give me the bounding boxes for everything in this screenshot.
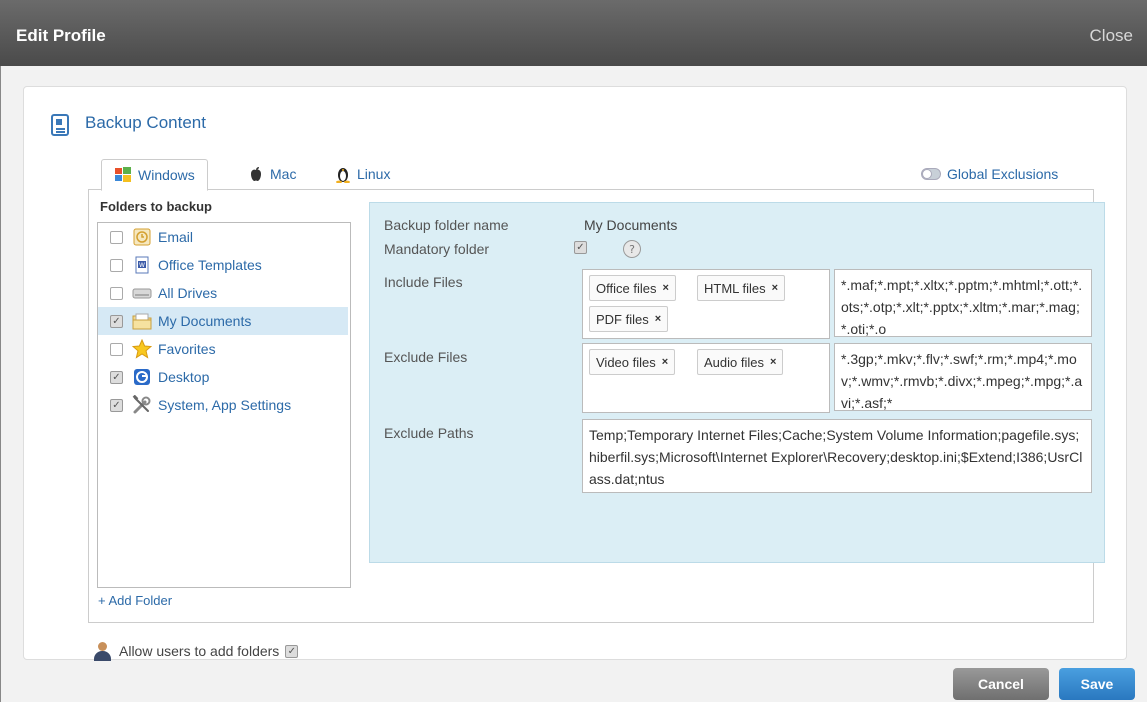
include-extensions-field[interactable]: *.maf;*.mpt;*.xltx;*.pptm;*.mhtml;*.ott;… <box>834 269 1092 337</box>
folder-name-label: Backup folder name <box>384 217 509 233</box>
remove-tag-icon[interactable]: × <box>662 356 668 368</box>
exclude-tag: Audio files × <box>697 349 784 375</box>
remove-tag-icon[interactable]: × <box>772 282 778 294</box>
include-tags-box[interactable]: Office files × HTML files × PDF files × <box>582 269 830 339</box>
tag-label: Office files <box>596 280 657 296</box>
apple-icon <box>248 166 264 182</box>
include-tag: PDF files × <box>589 306 669 332</box>
exclude-tags-box[interactable]: Video files × Audio files × <box>582 343 830 413</box>
folder-label: All Drives <box>158 285 218 301</box>
include-tag: Office files × <box>589 275 676 301</box>
folder-label: Email <box>158 229 194 245</box>
folder-checkbox[interactable]: ✓ <box>110 370 123 384</box>
global-exclusions-link[interactable]: Global Exclusions <box>921 159 1058 189</box>
exclude-paths-label: Exclude Paths <box>384 425 474 441</box>
tab-windows-label: Windows <box>138 167 195 183</box>
folder-item-desktop[interactable]: ✓ Desktop <box>98 363 348 391</box>
folder-checkbox[interactable]: ✓ <box>110 398 123 412</box>
dialog-title: Edit Profile <box>16 26 106 45</box>
folder-name-value: My Documents <box>584 217 678 233</box>
remove-tag-icon[interactable]: × <box>770 356 776 368</box>
help-icon[interactable]: ? <box>623 240 641 258</box>
folder-detail-panel: Backup folder name My Documents Mandator… <box>369 202 1105 563</box>
global-exclusions-label: Global Exclusions <box>947 166 1059 182</box>
backup-content-icon <box>51 114 69 136</box>
tab-linux[interactable]: Linux <box>335 159 390 189</box>
exclude-paths-field[interactable]: Temp;Temporary Internet Files;Cache;Syst… <box>582 419 1092 493</box>
svg-text:W: W <box>139 262 145 269</box>
allow-users-checkbox[interactable]: ✓ <box>285 644 299 658</box>
mandatory-checkbox[interactable]: ✓ <box>574 241 587 254</box>
desktop-icon <box>132 367 152 387</box>
tab-windows[interactable]: Windows <box>101 159 208 191</box>
section-title: Backup Content <box>85 113 206 132</box>
tag-label: Audio files <box>704 354 764 370</box>
user-icon <box>92 641 114 661</box>
folder-icon <box>132 311 152 331</box>
folder-label: Office Templates <box>158 257 262 273</box>
settings-icon <box>132 395 152 415</box>
tab-mac[interactable]: Mac <box>248 159 296 189</box>
mandatory-label: Mandatory folder <box>384 241 490 257</box>
windows-icon <box>114 167 132 183</box>
folder-label: System, App Settings <box>158 397 292 413</box>
save-button[interactable]: Save <box>1059 668 1135 700</box>
folder-item-email[interactable]: Email <box>98 223 348 251</box>
title-bar: Edit Profile Close <box>0 0 1147 66</box>
folder-item-my-documents[interactable]: ✓ My Documents <box>98 307 348 335</box>
allow-users-row: Allow users to add folders ✓ <box>92 641 307 661</box>
folder-checkbox[interactable]: ✓ <box>110 314 123 328</box>
folder-item-all-drives[interactable]: All Drives <box>98 279 348 307</box>
tab-mac-label: Mac <box>270 166 297 182</box>
remove-tag-icon[interactable]: × <box>655 313 661 325</box>
tag-label: PDF files <box>596 311 649 327</box>
allow-users-label: Allow users to add folders <box>119 643 280 659</box>
folder-item-system-app-settings[interactable]: ✓ System, App Settings <box>98 391 348 419</box>
folders-heading: Folders to backup <box>100 199 212 214</box>
include-tag: HTML files × <box>697 275 786 301</box>
backup-content-panel: Backup Content Windows Mac Linux Global … <box>23 86 1127 661</box>
folder-checkbox[interactable] <box>110 258 123 272</box>
tag-label: Video files <box>596 354 656 370</box>
folder-item-favorites[interactable]: Favorites <box>98 335 348 363</box>
exclude-extensions-field[interactable]: *.3gp;*.mkv;*.flv;*.swf;*.rm;*.mp4;*.mov… <box>834 343 1092 411</box>
folder-item-office-templates[interactable]: W Office Templates <box>98 251 348 279</box>
folder-label: Favorites <box>158 341 216 357</box>
exclude-files-label: Exclude Files <box>384 349 468 365</box>
document-icon: W <box>132 255 152 275</box>
folder-label: Desktop <box>158 369 210 385</box>
add-folder-link[interactable]: + Add Folder <box>98 593 172 608</box>
toggle-icon <box>921 168 941 180</box>
folder-checkbox[interactable] <box>110 342 123 356</box>
folder-list: Email W Office Templates All Drives ✓ My… <box>97 222 351 588</box>
exclude-tag: Video files × <box>589 349 676 375</box>
folder-checkbox[interactable] <box>110 286 123 300</box>
include-files-label: Include Files <box>384 274 463 290</box>
folder-label: My Documents <box>158 313 252 329</box>
dialog-body: Backup Content Windows Mac Linux Global … <box>0 66 1147 702</box>
close-button[interactable]: Close <box>1090 26 1133 46</box>
drive-icon <box>132 283 152 303</box>
remove-tag-icon[interactable]: × <box>662 282 668 294</box>
tab-linux-label: Linux <box>357 166 391 182</box>
email-icon <box>132 227 152 247</box>
cancel-button[interactable]: Cancel <box>953 668 1049 700</box>
folder-checkbox[interactable] <box>110 230 123 244</box>
linux-icon <box>335 165 351 183</box>
tag-label: HTML files <box>704 280 766 296</box>
star-icon <box>132 339 152 359</box>
